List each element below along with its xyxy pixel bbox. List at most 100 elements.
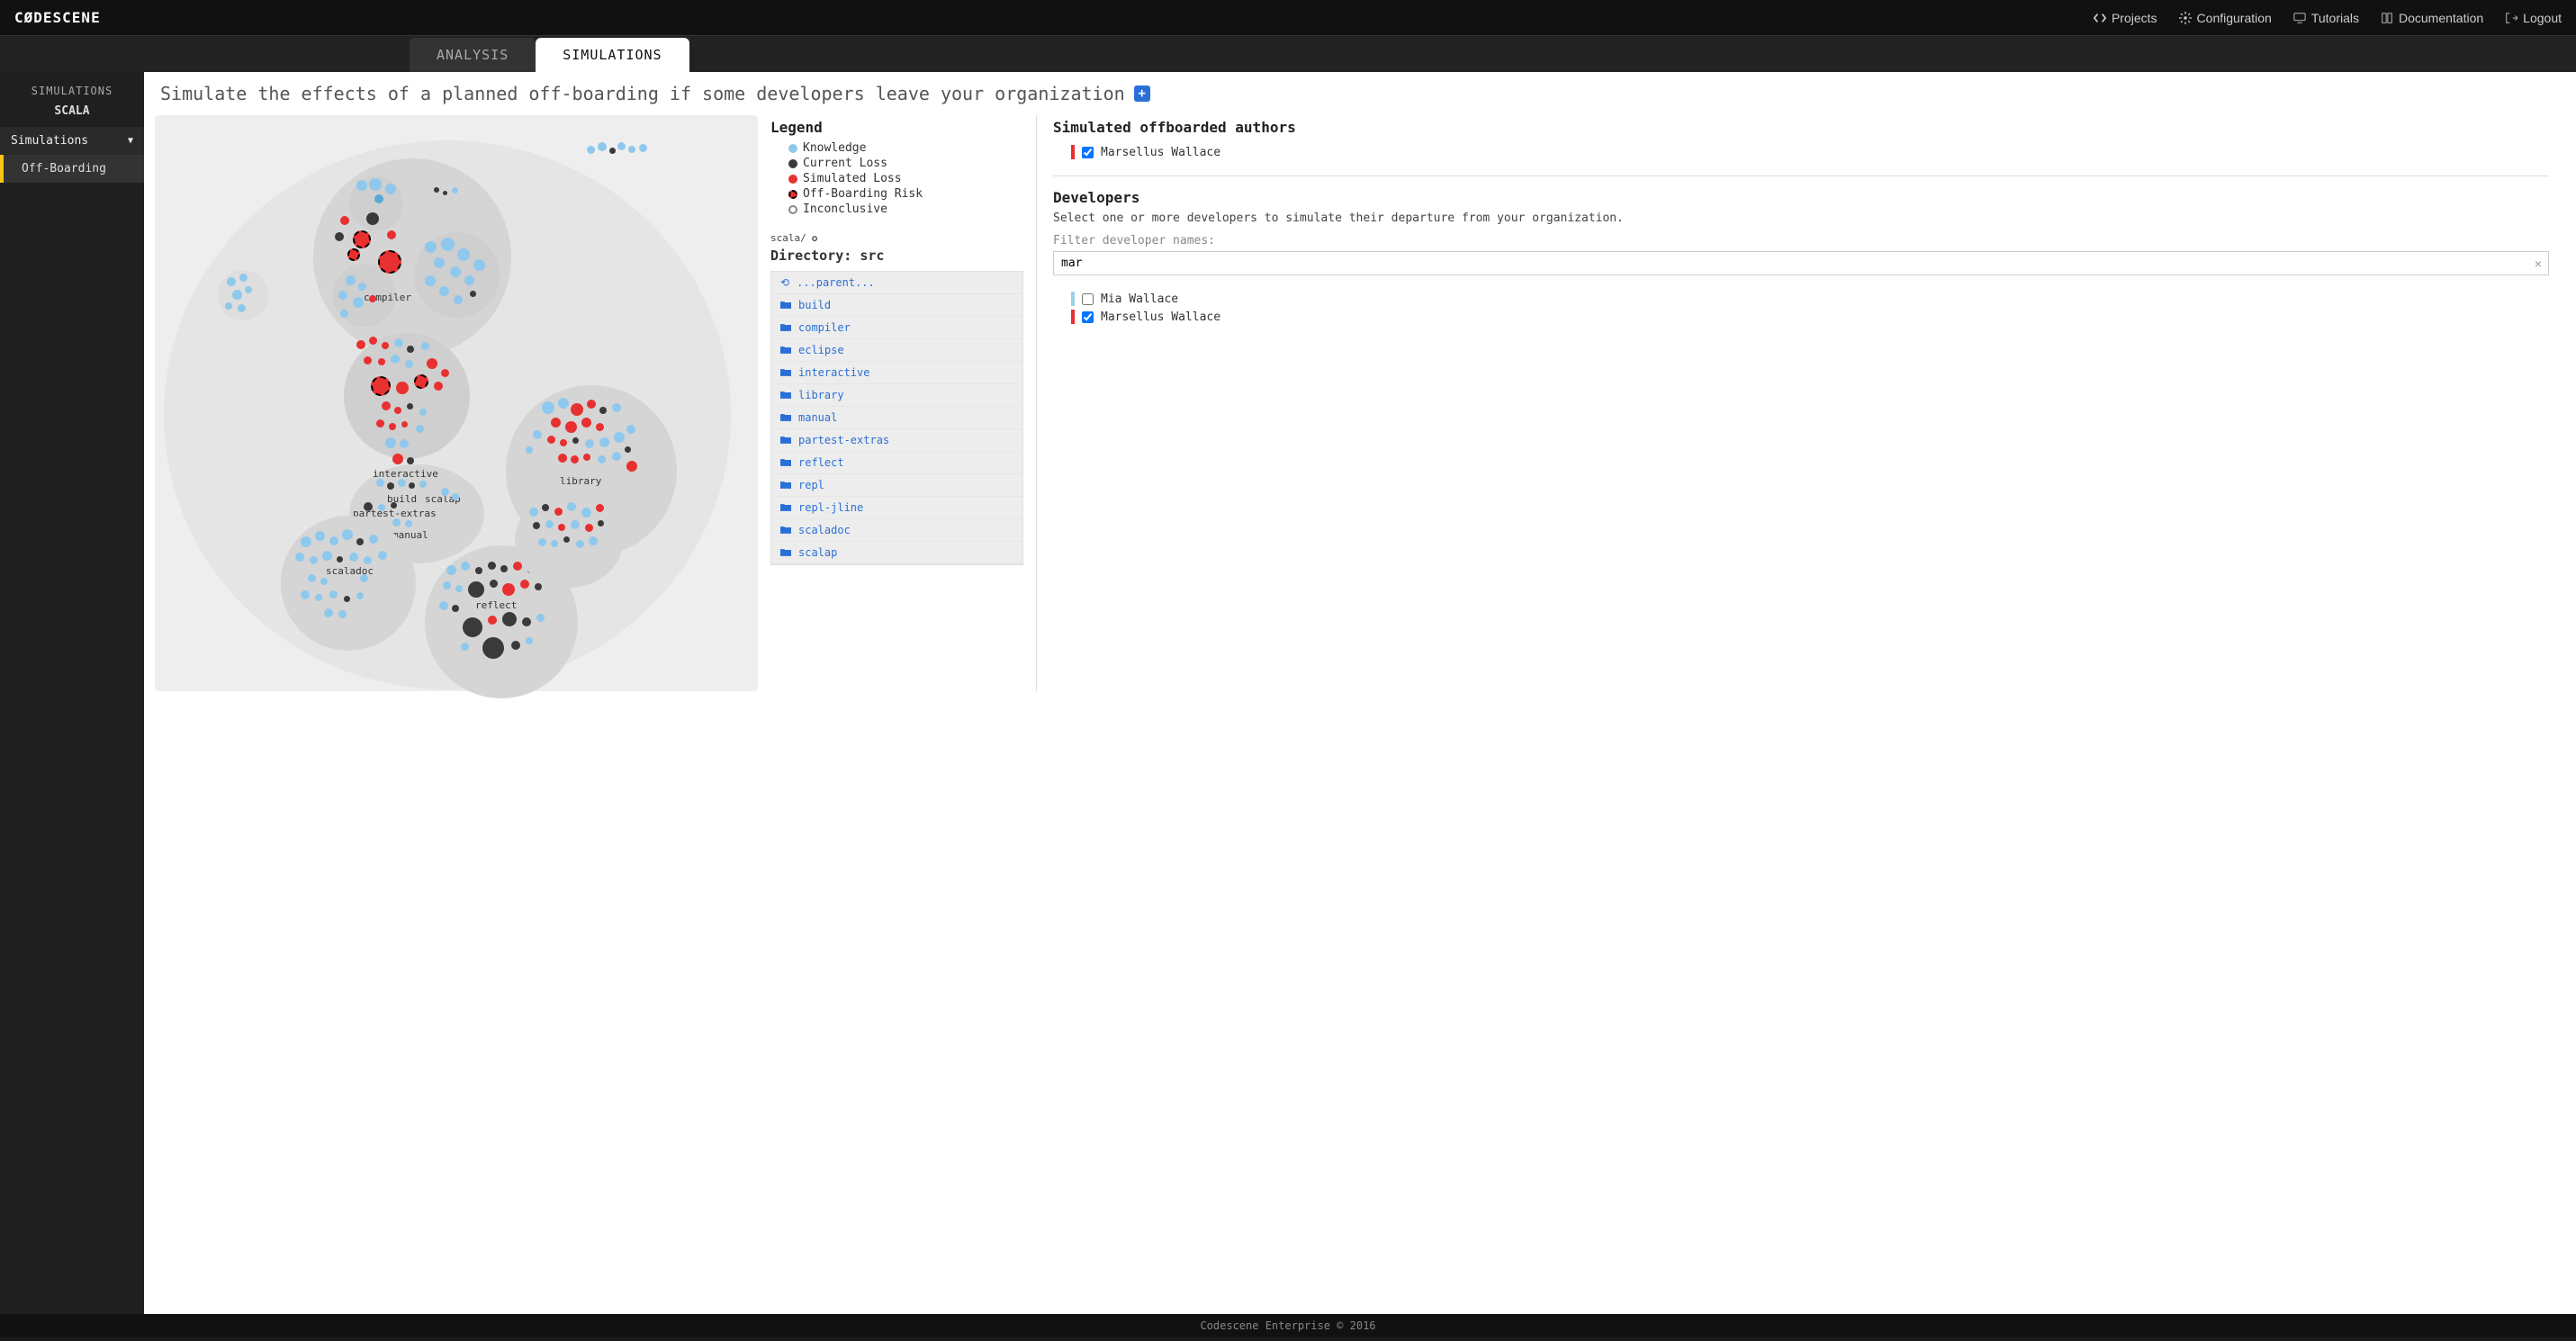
offboarded-title: Simulated offboarded authors: [1053, 119, 2549, 136]
add-simulation-button[interactable]: +: [1134, 86, 1150, 102]
directory-item-label: partest-extras: [798, 434, 889, 446]
legend-label: Current Loss: [803, 157, 887, 170]
directory-item-label: repl: [798, 479, 824, 491]
legend-label: Inconclusive: [803, 202, 887, 216]
developer-checkbox[interactable]: [1082, 293, 1094, 305]
directory-item-label: interactive: [798, 366, 869, 379]
legend-label: Knowledge: [803, 141, 866, 155]
legend-item: Current Loss: [788, 157, 1023, 170]
directory-item-label: scalap: [798, 546, 837, 559]
folder-icon: [780, 458, 791, 467]
directory-item[interactable]: eclipse: [771, 339, 1022, 362]
folder-icon: [780, 413, 791, 422]
sidebar-project: SCALA: [0, 104, 144, 127]
directory-item-label: library: [798, 389, 844, 401]
folder-icon: [780, 346, 791, 355]
legend-item: Inconclusive: [788, 202, 1023, 216]
content: Simulate the effects of a planned off-bo…: [144, 72, 2576, 1314]
back-arrow-icon: ⟲: [780, 276, 789, 289]
filter-label: Filter developer names:: [1053, 234, 2549, 248]
directory-item[interactable]: repl-jline: [771, 497, 1022, 519]
directory-item[interactable]: repl: [771, 474, 1022, 497]
folder-icon: [780, 301, 791, 310]
book-icon: [2381, 12, 2393, 24]
logout-icon: [2505, 12, 2517, 24]
nav-tutorials[interactable]: Tutorials: [2293, 11, 2359, 25]
directory-item-label: manual: [798, 411, 837, 424]
directory-item-label: reflect: [798, 456, 844, 469]
developers-title: Developers: [1053, 189, 2549, 206]
directory-item-label: repl-jline: [798, 501, 863, 514]
legend-label: Off-Boarding Risk: [803, 187, 923, 201]
logo: CØDESCENE: [14, 9, 101, 26]
legend-label: Simulated Loss: [803, 172, 902, 185]
folder-icon: [780, 503, 791, 512]
legend-item: Knowledge: [788, 141, 1023, 155]
developers-help: Select one or more developers to simulat…: [1053, 212, 2549, 225]
folder-icon: [780, 323, 791, 332]
developer-name: Mia Wallace: [1101, 292, 1178, 306]
developer-color-bar: [1071, 292, 1075, 306]
authors-panel: Simulated offboarded authors Marsellus W…: [1037, 115, 2565, 691]
folder-icon: [780, 548, 791, 557]
tabstrip: ANALYSIS SIMULATIONS: [0, 36, 2576, 72]
directory-item-label: build: [798, 299, 831, 311]
directory-list: ⟲ ...parent... build compiler eclipse inter…: [770, 271, 1023, 565]
legend-panel: Legend Knowledge Current Loss Simulated Lo…: [758, 115, 1037, 691]
footer: Codescene Enterprise © 2016: [0, 1314, 2576, 1337]
legend-dot-icon: [788, 159, 797, 168]
filter-input[interactable]: [1053, 251, 2549, 275]
topnav: Projects Configuration Tutorials Documen…: [2094, 11, 2562, 25]
directory-item[interactable]: manual: [771, 407, 1022, 429]
directory-item[interactable]: partest-extras: [771, 429, 1022, 452]
sidebar: SIMULATIONS SCALA Simulations ▼ Off-Boar…: [0, 72, 144, 1314]
visualization[interactable]: compiler: [155, 115, 758, 691]
legend-title: Legend: [770, 119, 1023, 136]
nav-documentation[interactable]: Documentation: [2381, 11, 2483, 25]
developer-color-bar: [1071, 310, 1075, 324]
folder-icon: [780, 436, 791, 445]
directory-item[interactable]: build: [771, 294, 1022, 317]
directory-item[interactable]: scaladoc: [771, 519, 1022, 542]
author-checkbox[interactable]: [1082, 147, 1094, 158]
developer-row: Mia Wallace: [1071, 290, 2549, 308]
folder-icon: [780, 526, 791, 535]
tab-analysis[interactable]: ANALYSIS: [410, 38, 536, 72]
directory-parent[interactable]: ⟲ ...parent...: [771, 272, 1022, 294]
clear-filter-icon[interactable]: ×: [2535, 256, 2542, 271]
sidebar-section-simulations[interactable]: Simulations ▼: [0, 127, 144, 155]
developer-checkbox[interactable]: [1082, 311, 1094, 323]
monitor-icon: [2293, 12, 2306, 24]
folder-icon: [780, 481, 791, 490]
legend-dot-icon: [788, 144, 797, 153]
folder-icon: [780, 368, 791, 377]
nav-projects[interactable]: Projects: [2094, 11, 2157, 25]
legend-dot-icon: [788, 190, 797, 199]
directory-item[interactable]: interactive: [771, 362, 1022, 384]
columns: compiler: [144, 115, 2576, 702]
nav-configuration[interactable]: Configuration: [2179, 11, 2272, 25]
page-title: Simulate the effects of a planned off-bo…: [144, 72, 2576, 115]
code-icon: [2094, 12, 2106, 24]
folder-icon: [780, 391, 791, 400]
author-color-bar: [1071, 145, 1075, 159]
directory-item[interactable]: scalap: [771, 542, 1022, 564]
nav-logout[interactable]: Logout: [2505, 11, 2562, 25]
directory-item[interactable]: reflect: [771, 452, 1022, 474]
breadcrumb-current-icon: ✪: [812, 232, 818, 244]
sidebar-item-offboarding[interactable]: Off-Boarding: [0, 155, 144, 183]
main: SIMULATIONS SCALA Simulations ▼ Off-Boar…: [0, 72, 2576, 1314]
directory-item-label: eclipse: [798, 344, 844, 356]
sidebar-title: SIMULATIONS: [0, 72, 144, 104]
gear-icon: [2179, 12, 2192, 24]
legend-dot-icon: [788, 175, 797, 184]
breadcrumb[interactable]: scala/ ✪: [770, 232, 1023, 244]
directory-item-label: scaladoc: [798, 524, 851, 536]
chevron-down-icon: ▼: [128, 136, 133, 146]
directory-item[interactable]: library: [771, 384, 1022, 407]
topbar: CØDESCENE Projects Configuration Tutoria…: [0, 0, 2576, 36]
directory-item[interactable]: compiler: [771, 317, 1022, 339]
offboarded-author: Marsellus Wallace: [1053, 141, 2549, 163]
developer-name: Marsellus Wallace: [1101, 310, 1220, 324]
tab-simulations[interactable]: SIMULATIONS: [536, 38, 689, 72]
